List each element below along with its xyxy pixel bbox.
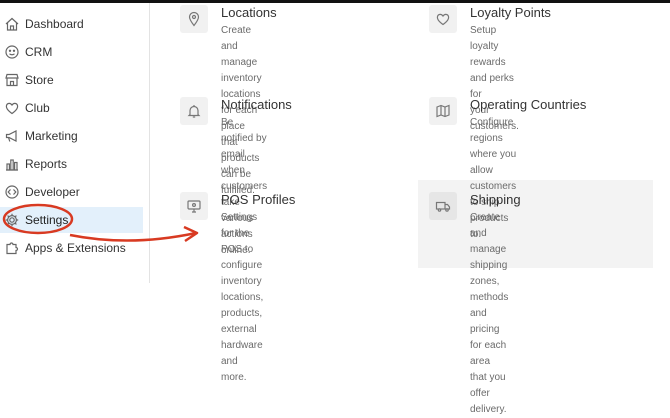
sidebar-item-label: Apps & Extensions bbox=[25, 241, 126, 255]
truck-icon bbox=[429, 192, 457, 220]
gear-icon bbox=[4, 212, 20, 228]
monitor-icon bbox=[180, 192, 208, 220]
sidebar-item-apps-extensions[interactable]: Apps & Extensions bbox=[0, 235, 143, 261]
sidebar-item-label: Club bbox=[25, 101, 50, 115]
bell-icon bbox=[180, 97, 208, 125]
card-description-line: Configure regions where you allow bbox=[470, 117, 517, 176]
heart-icon bbox=[4, 100, 20, 116]
annotation-arrow-head bbox=[183, 225, 199, 243]
heart-icon bbox=[429, 5, 457, 33]
sidebar-item-reports[interactable]: Reports bbox=[0, 151, 143, 177]
sidebar-item-dashboard[interactable]: Dashboard bbox=[0, 11, 143, 37]
sidebar-item-store[interactable]: Store bbox=[0, 67, 143, 93]
sidebar-item-label: Settings bbox=[25, 213, 69, 227]
card-title: Shipping bbox=[470, 192, 521, 207]
sidebar: Dashboard CRM Store Club Marketing Repor… bbox=[0, 3, 150, 283]
card-description-line: Create and manage shipping zones, bbox=[470, 212, 508, 287]
house-icon bbox=[4, 16, 20, 32]
sidebar-item-label: Dashboard bbox=[25, 17, 84, 31]
bar-chart-icon bbox=[4, 156, 20, 172]
card-description: Settings for the POS to configure invent… bbox=[221, 210, 263, 386]
sidebar-item-label: Store bbox=[25, 73, 54, 87]
card-description-line: that you offer delivery. bbox=[470, 372, 507, 415]
card-description: Create and manage shipping zones, method… bbox=[470, 210, 508, 418]
sidebar-item-crm[interactable]: CRM bbox=[0, 39, 143, 65]
card-description-line: Settings for the POS to configure bbox=[221, 212, 263, 271]
sidebar-item-label: Developer bbox=[25, 185, 80, 199]
sidebar-item-settings[interactable]: Settings bbox=[0, 207, 143, 233]
map-pin-icon bbox=[180, 5, 208, 33]
card-title: Notifications bbox=[221, 97, 292, 112]
smiley-icon bbox=[4, 44, 20, 60]
sidebar-item-club[interactable]: Club bbox=[0, 95, 143, 121]
card-description-line: hardware and more. bbox=[221, 340, 263, 383]
sidebar-item-developer[interactable]: Developer bbox=[0, 179, 143, 205]
sidebar-item-label: Reports bbox=[25, 157, 68, 171]
puzzle-icon bbox=[4, 240, 20, 256]
sidebar-item-label: Marketing bbox=[25, 129, 78, 143]
code-icon bbox=[4, 184, 20, 200]
card-description-line: Create and manage inventory bbox=[221, 25, 262, 84]
folded-map-icon bbox=[429, 97, 457, 125]
sidebar-item-marketing[interactable]: Marketing bbox=[0, 123, 143, 149]
storefront-icon bbox=[4, 72, 20, 88]
card-description-line: methods and pricing for each area bbox=[470, 292, 509, 367]
card-description-line: Setup loyalty rewards and perks for bbox=[470, 25, 514, 100]
card-title: Locations bbox=[221, 5, 277, 20]
card-description-line: Be notified by email when customers bbox=[221, 117, 268, 192]
megaphone-icon bbox=[4, 128, 20, 144]
card-description-line: inventory locations, products, external bbox=[221, 276, 264, 335]
card-title: Loyalty Points bbox=[470, 5, 551, 20]
card-title: Operating Countries bbox=[470, 97, 587, 112]
sidebar-item-label: CRM bbox=[25, 45, 53, 59]
card-title: POS Profiles bbox=[221, 192, 296, 207]
